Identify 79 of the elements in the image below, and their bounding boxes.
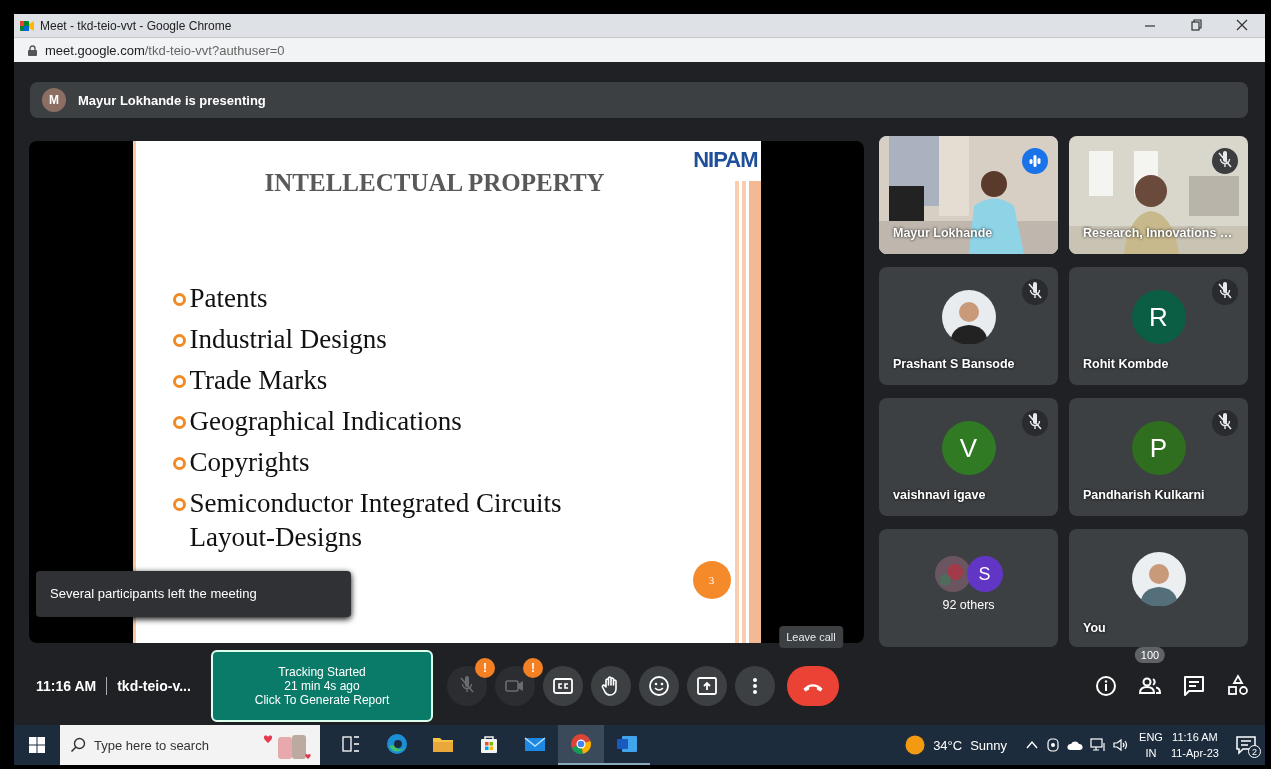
language-indicator[interactable]: ENG [1139, 729, 1163, 745]
meeting-time: 11:16 AM [36, 678, 97, 694]
participant-name: vaishnavi igave [893, 488, 986, 502]
participant-name: 92 others [942, 598, 995, 612]
avatar: V [941, 421, 996, 475]
taskbar-search-field[interactable]: Type here to search [60, 725, 320, 765]
bullet-icon [172, 374, 186, 388]
bullet-text: Trade Marks [189, 363, 328, 397]
weather-condition: Sunny [970, 737, 1008, 753]
info-icon[interactable] [1094, 674, 1118, 698]
participant-name: Rohit Kombde [1083, 357, 1169, 371]
camera-button[interactable] [495, 666, 535, 706]
address-bar[interactable]: meet.google.com/tkd-teio-vvt?authuser=0 [14, 37, 1265, 62]
emoji-button[interactable] [639, 666, 679, 706]
participant-name: You [1083, 621, 1106, 635]
taskbar-time: 11:16 AM [1172, 730, 1218, 745]
participant-name: Pandharish Kulkarni [1083, 488, 1205, 502]
mic-button[interactable] [447, 666, 487, 706]
network-icon[interactable] [1090, 738, 1107, 752]
avatar: M [42, 88, 66, 112]
notification-count: 2 [1248, 745, 1261, 758]
bullet-icon [172, 456, 186, 470]
bullet-icon [172, 292, 186, 306]
audio-level-icon [1022, 148, 1048, 174]
sun-icon [905, 735, 926, 755]
bullet-text: Patents [189, 281, 268, 315]
meet-icon [20, 19, 34, 32]
lock-icon [28, 44, 37, 56]
slide-title: INTELLECTUAL PROPERTY [264, 168, 606, 197]
participant-name: Mayur Lokhande [893, 226, 993, 240]
activities-icon[interactable] [1226, 674, 1250, 698]
bullet-text: Industrial Designs [189, 322, 387, 356]
chat-icon[interactable] [1182, 674, 1206, 698]
bullet-icon [172, 497, 186, 511]
search-icon [70, 737, 86, 753]
participant-name: Research, Innovations … [1083, 226, 1233, 240]
leave-call-button[interactable] [787, 666, 839, 706]
page-number: 3 [692, 560, 731, 599]
temperature: 34°C [933, 737, 963, 753]
avatar-icon [1131, 552, 1186, 606]
bullet-icon [172, 333, 186, 347]
cloud-icon[interactable] [1067, 739, 1084, 751]
more-icon [752, 677, 758, 695]
slide-logo: NIPAM [693, 146, 758, 173]
window-title: Meet - tkd-teio-vvt - Google Chrome [40, 18, 233, 33]
windows-start-icon[interactable] [29, 737, 45, 753]
more-button[interactable] [735, 666, 775, 706]
bullet-text: Semiconductor Integrated Circuits Layout-Designs [189, 486, 563, 554]
url-path: /tkd-teio-vvt?authuser=0 [144, 42, 285, 58]
tracking-button[interactable]: Tracking Started 21 min 4s ago Click To Generate Report [211, 650, 433, 722]
taskbar-date: 11-Apr-23 [1170, 746, 1219, 761]
language-indicator[interactable]: IN [1145, 745, 1157, 761]
hand-button[interactable] [591, 666, 631, 706]
meeting-code: tkd-teio-v... [117, 678, 191, 694]
alert-badge: ! [475, 658, 495, 678]
bullet-text: Geographical Indications [189, 404, 462, 438]
avatar: P [1131, 421, 1186, 475]
presenting-text: Mayur Lokhande is presenting [78, 92, 266, 108]
alert-badge: ! [523, 658, 543, 678]
url-host: meet.google.com [45, 42, 145, 58]
participant-name: Prashant S Bansode [893, 357, 1015, 371]
camera-icon[interactable] [1046, 737, 1061, 753]
bullet-icon [172, 415, 186, 429]
avatar-icon [934, 556, 971, 592]
avatar: R [1131, 290, 1186, 344]
edge-icon [385, 732, 409, 756]
search-placeholder: Type here to search [94, 737, 210, 753]
chrome-taskbar-button[interactable] [558, 725, 604, 765]
captions-button[interactable] [543, 666, 583, 706]
notification-toast: Several participants left the meeting [36, 570, 351, 617]
present-button[interactable] [687, 666, 727, 706]
tooltip: Leave call [779, 626, 843, 648]
count-badge: 100 [1134, 647, 1166, 663]
bullet-text: Copyrights [189, 445, 310, 479]
emoji-icon [646, 673, 672, 699]
notifications-icon[interactable] [1235, 734, 1257, 756]
avatar: S [966, 556, 1003, 592]
avatar-icon [941, 290, 996, 344]
chrome-icon [569, 732, 593, 756]
